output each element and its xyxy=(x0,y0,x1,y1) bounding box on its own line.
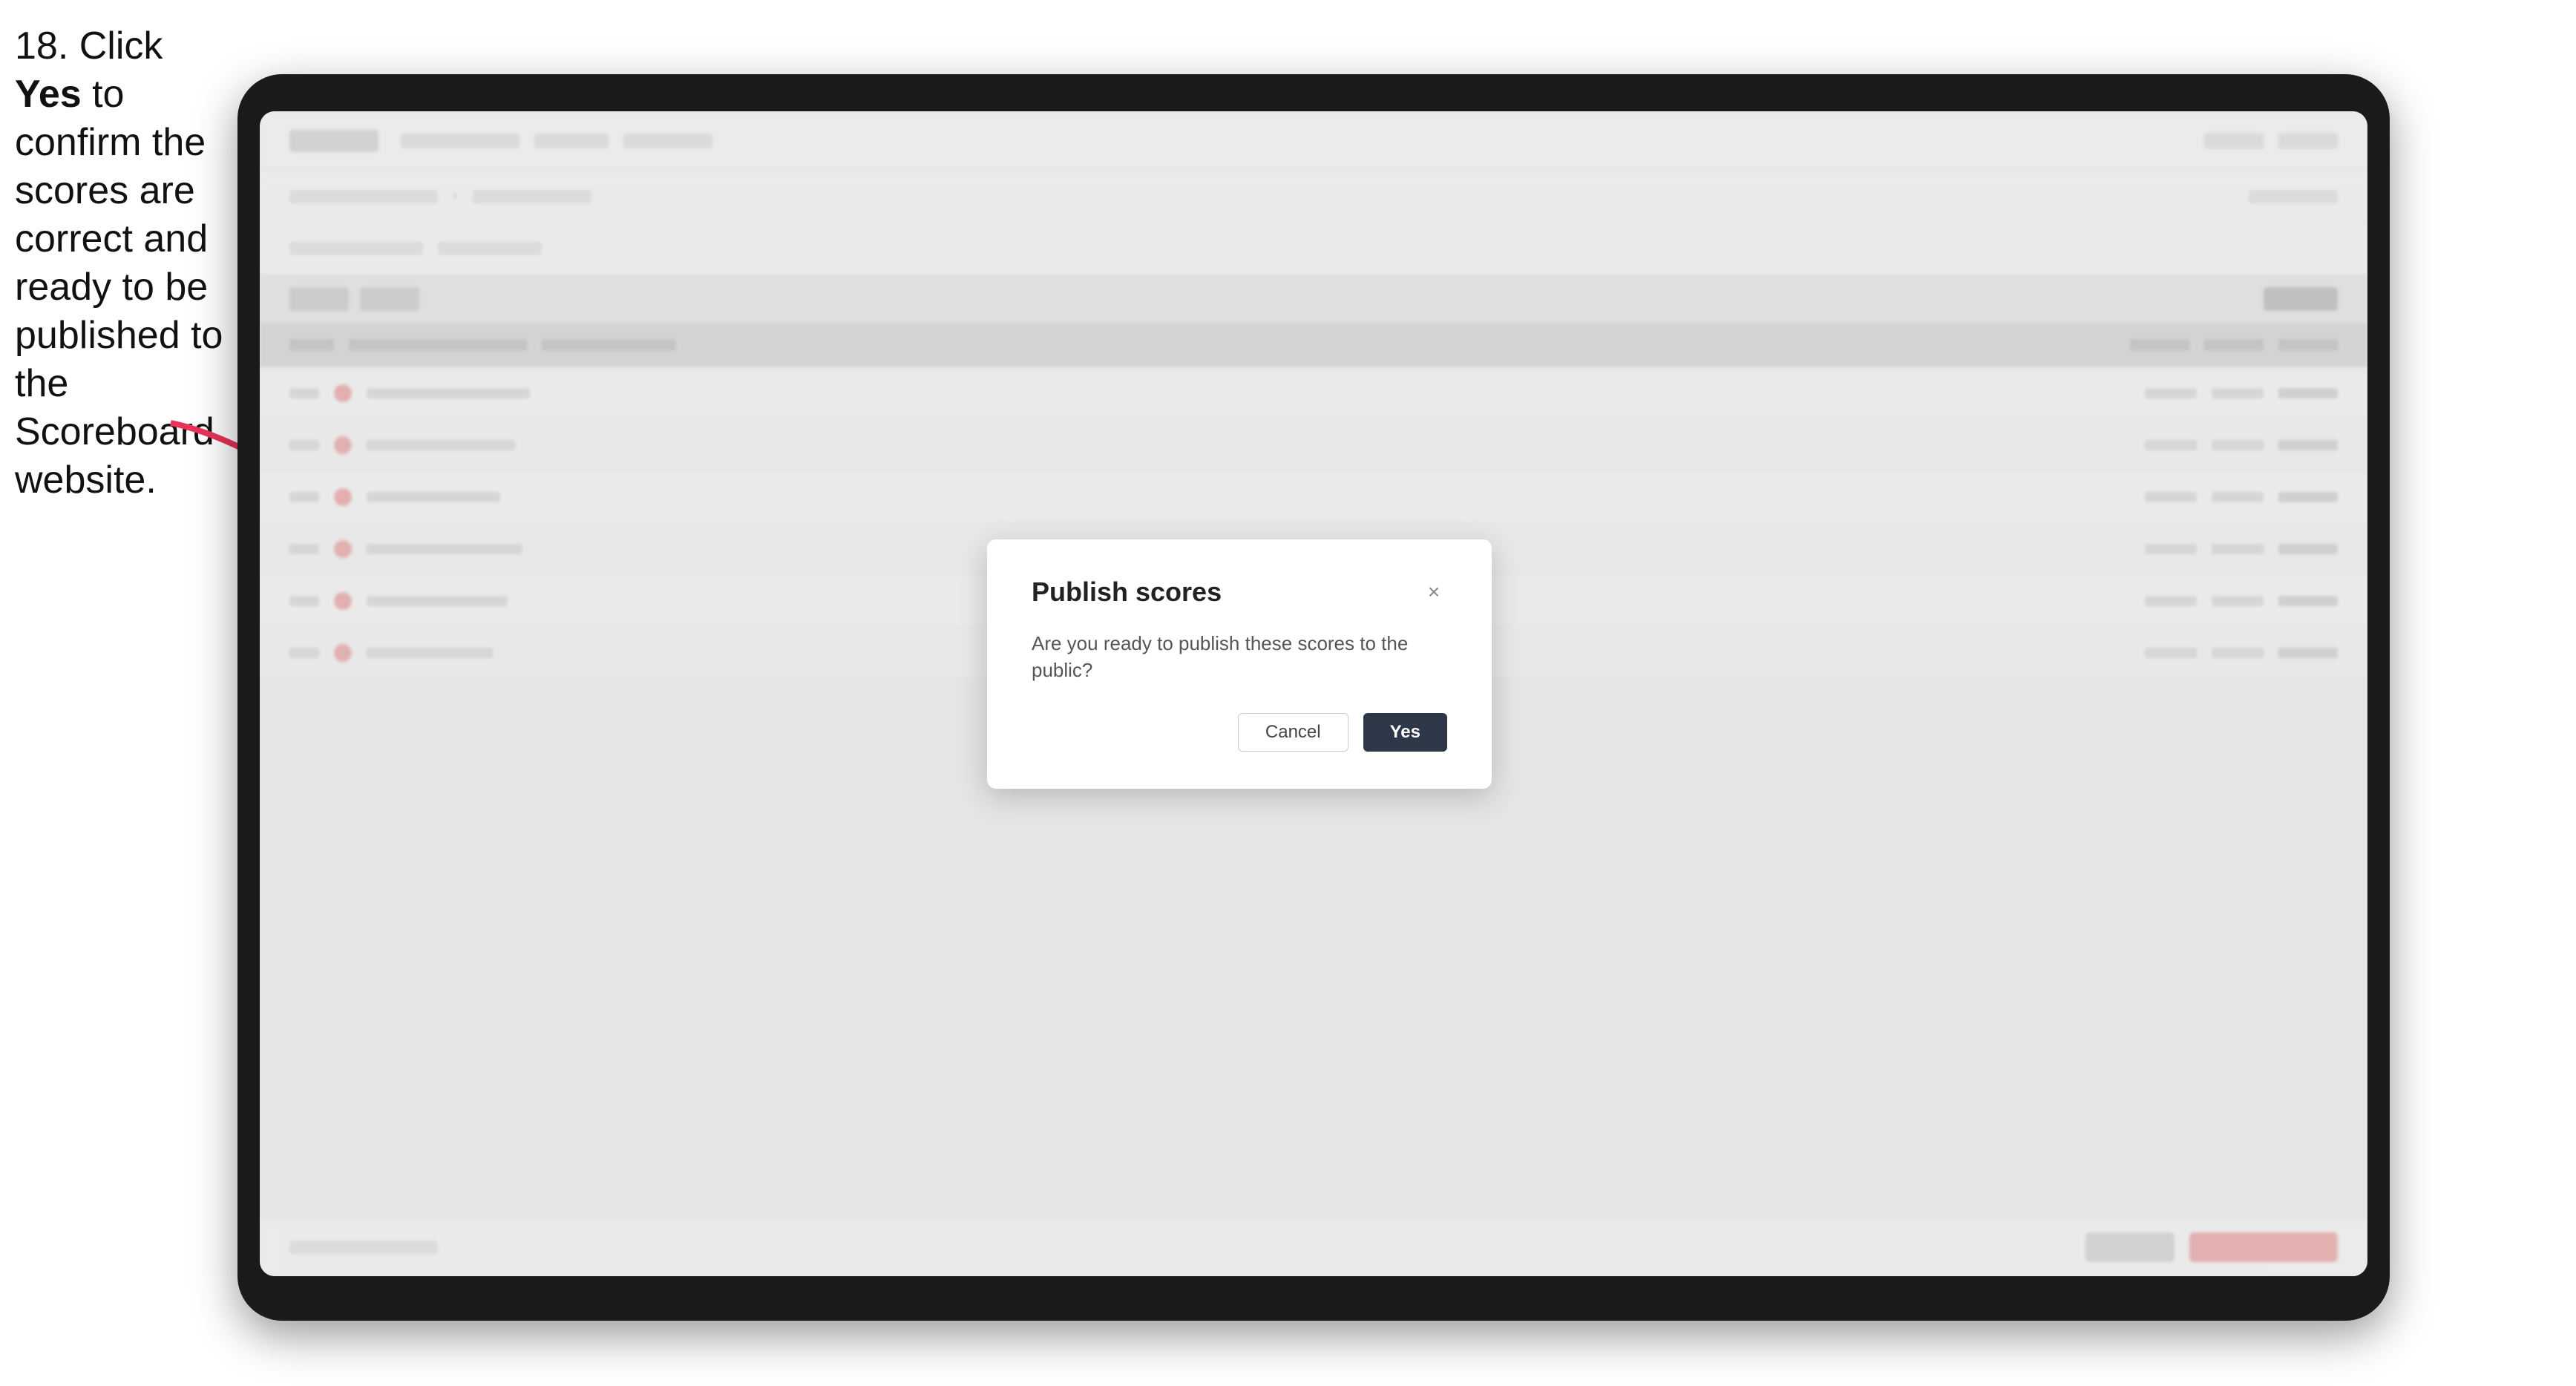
instruction-suffix: to confirm the scores are correct and re… xyxy=(15,73,223,502)
yes-button[interactable]: Yes xyxy=(1363,713,1447,752)
instruction-prefix: Click xyxy=(79,24,163,68)
tablet-device: › xyxy=(237,74,2390,1321)
instruction-text: 18. Click Yes to confirm the scores are … xyxy=(15,22,230,505)
modal-body: Are you ready to publish these scores to… xyxy=(1032,630,1447,684)
modal-title: Publish scores xyxy=(1032,577,1222,608)
modal-overlay: Publish scores × Are you ready to publis… xyxy=(260,111,2367,1276)
modal-header: Publish scores × xyxy=(1032,577,1447,608)
cancel-button[interactable]: Cancel xyxy=(1238,713,1348,752)
tablet-screen: › xyxy=(260,111,2367,1276)
modal-close-button[interactable]: × xyxy=(1420,579,1447,605)
modal-footer: Cancel Yes xyxy=(1032,713,1447,752)
modal-message: Are you ready to publish these scores to… xyxy=(1032,630,1447,684)
yes-emphasis: Yes xyxy=(15,73,82,116)
tablet-body: › xyxy=(237,74,2390,1321)
step-number: 18. xyxy=(15,24,68,68)
publish-scores-modal: Publish scores × Are you ready to publis… xyxy=(987,539,1492,789)
